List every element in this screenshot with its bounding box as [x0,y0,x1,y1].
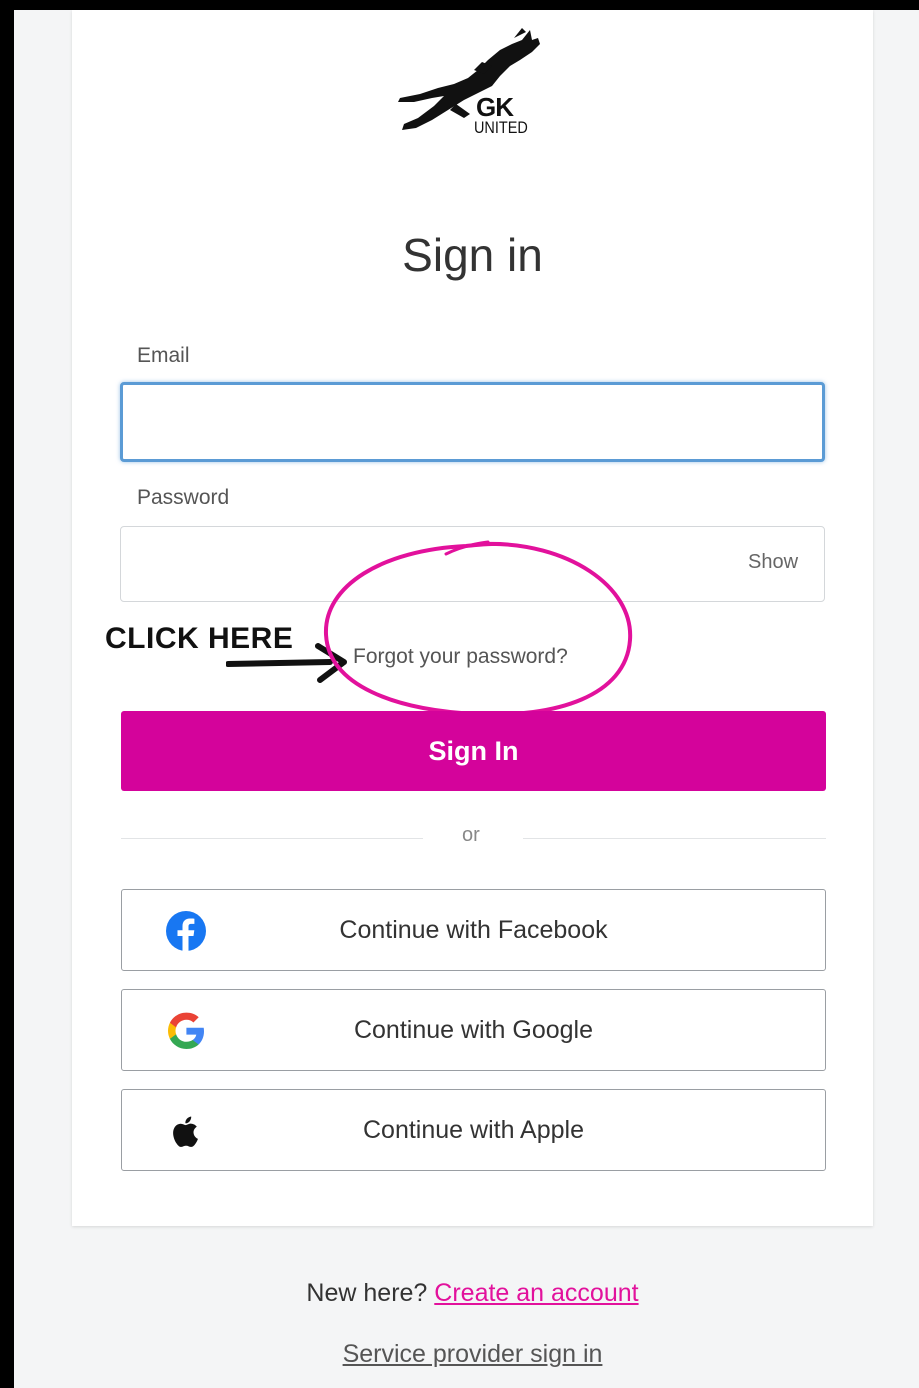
apple-button-label: Continue with Apple [363,1115,584,1144]
gk-united-logo [398,28,540,130]
continue-with-apple-button[interactable]: Continue with Apple [121,1089,826,1171]
password-label: Password [137,486,230,509]
page-title: Sign in [402,229,543,281]
divider-or-label: or [462,824,480,846]
facebook-button-label: Continue with Facebook [339,915,608,944]
show-password-toggle[interactable]: Show [748,551,798,574]
forgot-password-link[interactable]: Forgot your password? [353,645,568,669]
divider-line-left [121,838,423,839]
divider-line-right [523,838,826,839]
create-account-link[interactable]: Create an account [434,1279,638,1307]
arrow-right-icon [226,643,347,683]
email-label: Email [137,344,190,367]
service-provider-sign-in-link[interactable]: Service provider sign in [0,1340,919,1369]
email-input[interactable] [120,382,825,462]
continue-with-google-button[interactable]: Continue with Google [121,989,826,1071]
new-here-text: New here? [306,1279,428,1307]
password-input[interactable] [120,526,825,602]
new-here-prompt: New here? Create an account [0,1279,919,1308]
sign-in-button[interactable]: Sign In [121,711,826,791]
google-button-label: Continue with Google [353,1015,594,1044]
logo-text-united: UNITED [474,118,528,137]
continue-with-facebook-button[interactable]: Continue with Facebook [121,889,826,971]
